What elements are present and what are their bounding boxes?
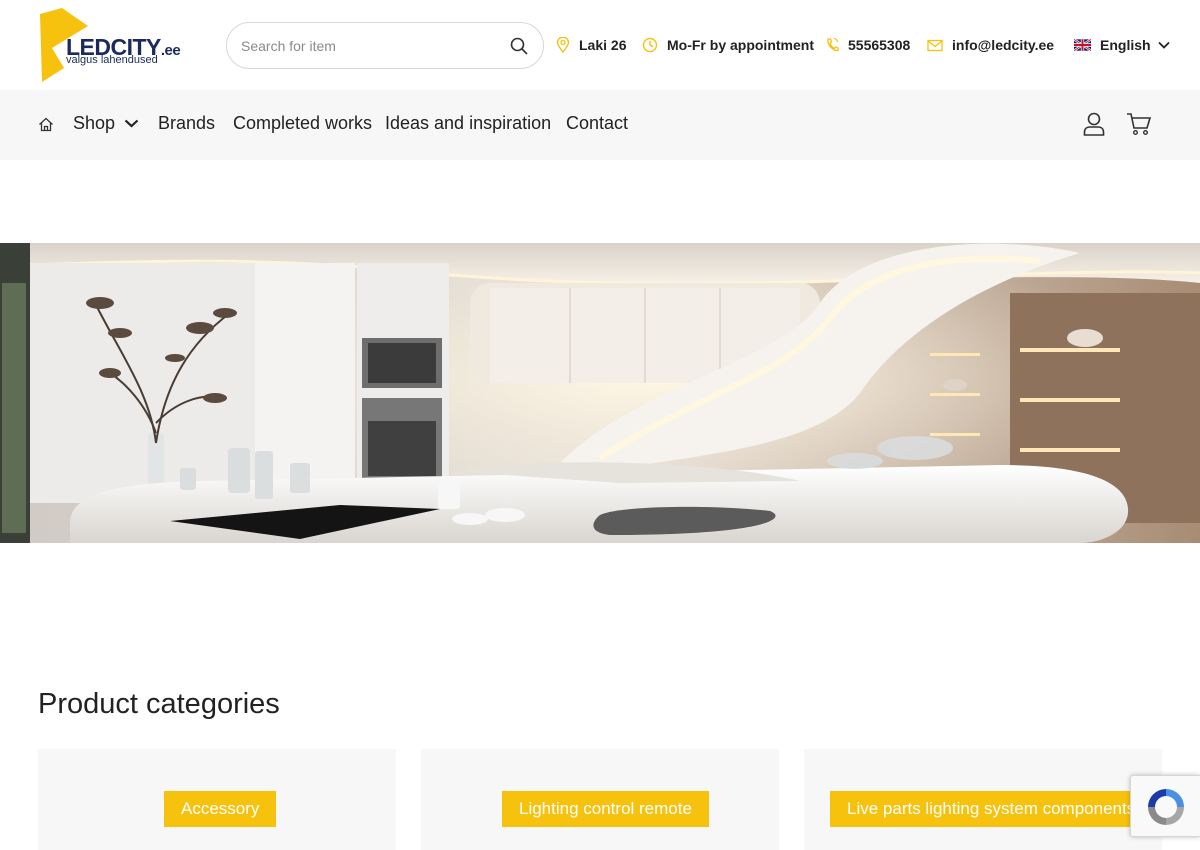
category-card[interactable]: Accessory [38,749,396,850]
phone-text: 55565308 [848,37,911,53]
category-label-accessory[interactable]: Accessory [164,791,277,827]
nav-item-label: Ideas and inspiration [385,113,552,133]
search-box [226,22,544,69]
nav-item-label: Brands [158,113,216,133]
email-info[interactable]: info@ledcity.ee [927,34,1054,56]
chevron-down-icon [1157,41,1170,49]
language-selector[interactable]: English [1074,34,1170,56]
category-card[interactable]: Lighting control remote [421,749,779,850]
hours-text: Mo-Fr by appointment [667,37,814,53]
account-icon[interactable] [1083,112,1105,141]
nav-item-label: Contact [566,113,629,133]
location-pin-icon [556,37,570,53]
nav-item-ideas[interactable]: Ideas and inspiration [385,113,551,134]
nav-item-label: Shop [73,113,116,133]
email-text: info@ledcity.ee [952,37,1055,53]
nav-item-completed-works[interactable]: Completed works [233,113,372,134]
envelope-icon [927,39,943,51]
nav-item-shop[interactable]: Shop [73,113,139,134]
category-label-live-parts[interactable]: Live parts lighting system components [830,791,1153,827]
nav-item-brands[interactable]: Brands [158,113,215,134]
recaptcha-icon [1148,789,1184,825]
chevron-down-icon [124,119,139,128]
phone-info[interactable]: 55565308 [825,34,910,56]
address-text: Laki 26 [579,37,627,53]
address-info[interactable]: Laki 26 [556,34,626,56]
search-icon[interactable] [507,34,531,58]
main-nav: Shop Brands Completed works Ideas and in… [0,90,1200,160]
logo-tagline: valgus lahendused [66,54,158,66]
product-categories-title: Product categories [38,688,280,720]
phone-icon [827,37,839,52]
uk-flag-icon [1074,39,1091,51]
nav-item-contact[interactable]: Contact [566,113,628,134]
home-icon[interactable] [38,117,54,137]
top-bar: LEDCITY.ee valgus lahendused Laki 26 Mo-… [0,0,1200,90]
category-card[interactable]: Live parts lighting system components [804,749,1162,850]
hours-info: Mo-Fr by appointment [642,34,814,56]
hero-banner-image [0,243,1200,543]
language-label: English [1100,37,1151,53]
nav-item-label: Completed works [233,113,373,133]
search-input[interactable] [241,33,491,59]
category-label-lighting-control-remote[interactable]: Lighting control remote [502,791,709,827]
cart-icon[interactable] [1126,112,1152,141]
recaptcha-badge[interactable] [1130,775,1200,837]
clock-icon [642,37,658,53]
logo[interactable]: LEDCITY.ee valgus lahendused [38,8,198,84]
